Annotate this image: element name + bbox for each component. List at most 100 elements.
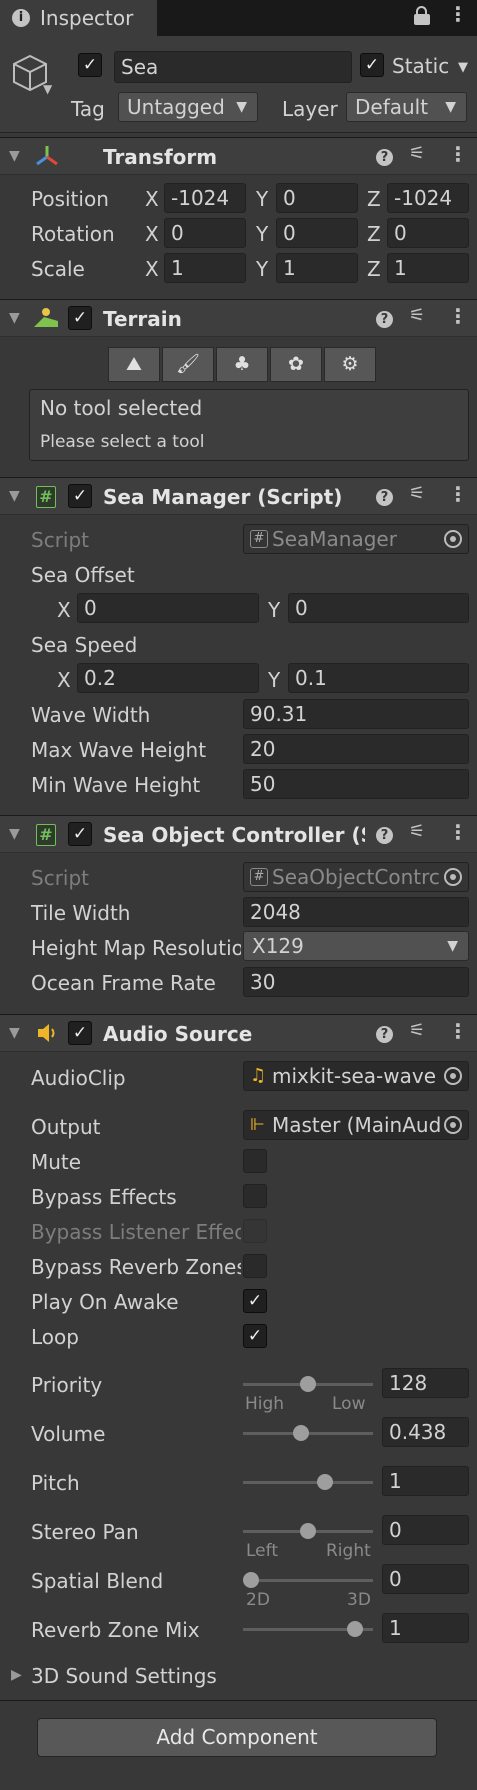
script-value: SeaManager — [272, 527, 397, 551]
height-map-resolution-dropdown[interactable]: X129 ▼ — [243, 931, 469, 961]
ocean-frame-rate-field[interactable]: 30 — [243, 967, 469, 997]
layer-label: Layer — [282, 97, 338, 121]
stereo-pan-field[interactable]: 0 — [382, 1515, 469, 1545]
position-y-field[interactable]: 0 — [276, 183, 358, 213]
paint-details-tool[interactable]: ✿ — [270, 347, 322, 382]
kebab-icon[interactable]: ⋮ — [448, 482, 468, 506]
pitch-slider-track[interactable] — [243, 1481, 373, 1484]
spatial-blend-field[interactable]: 0 — [382, 1564, 469, 1594]
audio-enabled-checkbox[interactable]: ✓ — [68, 1021, 92, 1045]
sea-manager-enabled-checkbox[interactable]: ✓ — [68, 484, 92, 508]
3d-sound-settings-foldout[interactable]: 3D Sound Settings — [31, 1664, 217, 1688]
object-name-field[interactable]: Sea — [114, 51, 352, 83]
min-wave-height-label: Min Wave Height — [31, 773, 201, 797]
object-picker-icon[interactable] — [444, 530, 462, 548]
terrain-icon — [34, 307, 58, 329]
output-field[interactable]: ⊩ Master (MainAud — [243, 1110, 469, 1140]
chevron-down-icon[interactable]: ▼ — [43, 82, 52, 96]
foldout-icon[interactable]: ▼ — [9, 1025, 20, 1041]
foldout-icon[interactable]: ▼ — [9, 148, 20, 164]
static-checkbox[interactable]: ✓ — [360, 53, 384, 77]
rotation-x-field[interactable]: 0 — [164, 218, 246, 248]
help-icon[interactable]: ? — [376, 311, 393, 328]
kebab-icon[interactable]: ⋮ — [448, 142, 468, 166]
help-icon[interactable]: ? — [376, 489, 393, 506]
object-picker-icon[interactable] — [444, 1116, 462, 1134]
tag-dropdown[interactable]: Untagged ▼ — [118, 92, 258, 122]
reverb-zone-mix-field[interactable]: 1 — [382, 1613, 469, 1643]
pitch-field[interactable]: 1 — [382, 1466, 469, 1496]
terrain-settings-tool[interactable]: ⚙ — [324, 347, 376, 382]
help-icon[interactable]: ? — [376, 1026, 393, 1043]
presets-icon[interactable]: ⚟ — [409, 143, 425, 164]
audioclip-label: AudioClip — [31, 1066, 126, 1090]
scale-y-field[interactable]: 1 — [276, 253, 358, 283]
tile-width-field[interactable]: 2048 — [243, 897, 469, 927]
spatial-blend-slider-track[interactable] — [243, 1579, 373, 1582]
lock-icon[interactable] — [414, 6, 430, 26]
paint-texture-tool[interactable]: 🖌 — [162, 347, 214, 382]
object-picker-icon[interactable] — [444, 868, 462, 886]
bypass-reverb-zones-checkbox[interactable] — [243, 1254, 267, 1278]
foldout-icon[interactable]: ▼ — [9, 826, 20, 842]
sea-speed-x-field[interactable]: 0.2 — [77, 663, 259, 693]
static-dropdown-icon[interactable]: ▼ — [458, 60, 468, 75]
kebab-icon[interactable]: ⋮ — [448, 820, 468, 844]
max-wave-height-field[interactable]: 20 — [243, 734, 469, 764]
play-on-awake-label: Play On Awake — [31, 1290, 179, 1314]
foldout-icon[interactable]: ▼ — [9, 488, 20, 504]
sea-speed-y-field[interactable]: 0.1 — [288, 663, 469, 693]
sea-object-controller-title: Sea Object Controller (Sc — [103, 823, 365, 847]
foldout-collapsed-icon[interactable]: ▶ — [11, 1667, 22, 1683]
add-component-button[interactable]: Add Component — [37, 1718, 437, 1757]
object-picker-icon[interactable] — [444, 1067, 462, 1085]
presets-icon[interactable]: ⚟ — [409, 483, 425, 504]
output-value: Master (MainAud — [272, 1113, 442, 1137]
spatial-blend-slider-knob[interactable] — [243, 1572, 259, 1588]
presets-icon[interactable]: ⚟ — [409, 821, 425, 842]
axis-x-label: X — [57, 598, 71, 622]
loop-checkbox[interactable]: ✓ — [243, 1324, 267, 1348]
transform-header[interactable] — [0, 137, 477, 175]
paint-trees-tool[interactable]: ♣ — [216, 347, 268, 382]
position-x-field[interactable]: -1024 — [164, 183, 246, 213]
sea-object-enabled-checkbox[interactable]: ✓ — [68, 822, 92, 846]
help-icon[interactable]: ? — [376, 149, 393, 166]
scale-z-field[interactable]: 1 — [387, 253, 469, 283]
script-value: SeaObjectContrc — [272, 865, 440, 889]
presets-icon[interactable]: ⚟ — [409, 305, 425, 326]
rotation-y-field[interactable]: 0 — [276, 218, 358, 248]
pitch-slider-knob[interactable] — [317, 1474, 334, 1490]
active-checkbox[interactable]: ✓ — [78, 53, 102, 77]
tab-inspector[interactable]: i Inspector — [0, 0, 158, 36]
scale-x-field[interactable]: 1 — [164, 253, 246, 283]
volume-field[interactable]: 0.438 — [382, 1417, 469, 1447]
kebab-icon[interactable]: ⋮ — [448, 2, 468, 26]
sea-offset-x-field[interactable]: 0 — [77, 593, 259, 623]
raise-terrain-tool[interactable]: ⛰ — [108, 347, 160, 382]
stereo-pan-slider-knob[interactable] — [300, 1523, 316, 1539]
priority-label: Priority — [31, 1373, 103, 1397]
sea-offset-y-field[interactable]: 0 — [288, 593, 469, 623]
min-wave-height-field[interactable]: 50 — [243, 769, 469, 799]
help-icon[interactable]: ? — [376, 827, 393, 844]
layer-dropdown[interactable]: Default ▼ — [346, 92, 467, 122]
priority-field[interactable]: 128 — [382, 1368, 469, 1398]
foldout-icon[interactable]: ▼ — [9, 310, 20, 326]
mute-checkbox[interactable] — [243, 1149, 267, 1173]
position-z-field[interactable]: -1024 — [387, 183, 469, 213]
kebab-icon[interactable]: ⋮ — [448, 304, 468, 328]
rotation-z-field[interactable]: 0 — [387, 218, 469, 248]
wave-width-field[interactable]: 90.31 — [243, 699, 469, 729]
priority-slider-knob[interactable] — [300, 1376, 316, 1392]
bypass-effects-checkbox[interactable] — [243, 1184, 267, 1208]
reverb-zone-mix-slider-knob[interactable] — [346, 1621, 363, 1637]
script-label: Script — [31, 528, 90, 552]
volume-slider-knob[interactable] — [292, 1425, 309, 1441]
kebab-icon[interactable]: ⋮ — [448, 1019, 468, 1043]
play-on-awake-checkbox[interactable]: ✓ — [243, 1289, 267, 1313]
presets-icon[interactable]: ⚟ — [409, 1020, 425, 1041]
axis-z-label: Z — [367, 187, 381, 211]
terrain-enabled-checkbox[interactable]: ✓ — [68, 306, 92, 330]
audioclip-field[interactable]: ♫ mixkit-sea-wave — [243, 1061, 469, 1091]
